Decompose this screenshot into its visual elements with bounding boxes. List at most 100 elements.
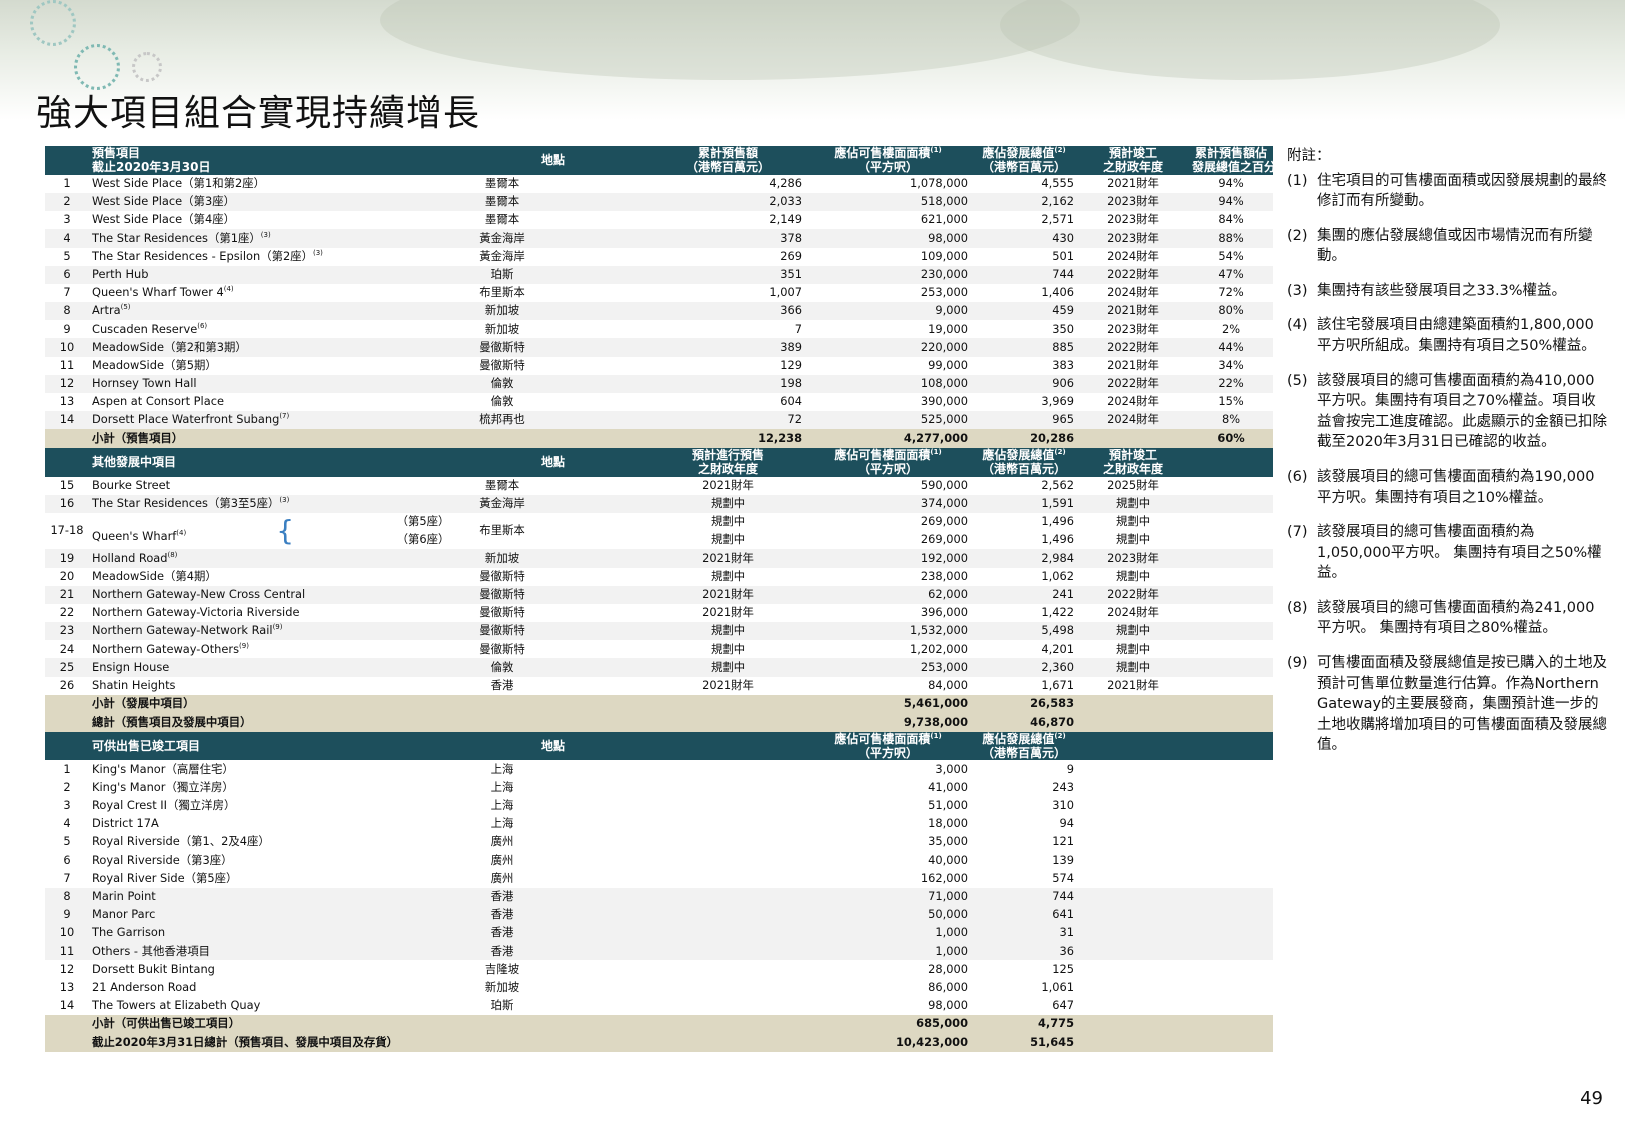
footnote-item: (9) 可售樓面面積及發展總值是按已購入的土地及預計可售單位數量進行估算。作為No… (1287, 654, 1607, 754)
footnote-item: (1) 住宅項目的可售樓面面積或因發展規劃的最終修訂而有所變動。 (1287, 172, 1607, 210)
location-cell: 曼徹斯特 (479, 641, 525, 656)
column-header: 應佔發展總值(2) （港幣百萬元） (971, 731, 1078, 761)
completion-cell: 2021財年 (1107, 357, 1159, 372)
project-name: Manor Parc (89, 905, 391, 925)
project-name-cell: The Star Residences（第1座）(3) (89, 229, 456, 248)
location-cell: 墨爾本 (484, 212, 520, 227)
gdv-cell: 1,671 (1041, 677, 1075, 692)
gdv-cell: 3,969 (1041, 394, 1075, 409)
row-number: 4 (45, 229, 89, 248)
gdv-cell: 1,062 (1041, 568, 1075, 583)
row-number: 8 (45, 887, 89, 906)
completion-cell: 2024財年 (1107, 605, 1159, 620)
presale-year-cell: 2021財年 (651, 585, 806, 604)
row-number: 21 (45, 585, 89, 604)
presale-cell: 604 (780, 394, 803, 409)
table-row: 2 West Side Place（第3座） 墨爾本 2,033 518,000… (45, 192, 1274, 212)
row-number: 12 (45, 374, 89, 394)
footnote-item: (8) 該發展項目的總可售樓面面積約為241,000平方呎。 集團持有項目之80%… (1287, 599, 1595, 637)
completion-cell: 2024財年 (1107, 248, 1159, 263)
table-cell: 46,870 (971, 713, 1078, 732)
row-number: 14 (59, 998, 75, 1013)
row-number: 24 (59, 641, 75, 656)
row-number: 20 (59, 568, 75, 583)
completed-header-row: 可供出售已竣工項目 地點 應佔可售樓面面積(1) （平方呎） 應佔發展總值(2) （… (45, 731, 1274, 761)
project-name-cell: MeadowSide（第5期） (89, 357, 455, 375)
gfa-cell: 1,078,000 (910, 176, 969, 191)
table-cell: 1,496 (1041, 514, 1075, 529)
project-name-cell: Northern Gateway-Network Rail(9) (89, 622, 456, 641)
location-cell: 倫敦 (490, 394, 514, 409)
location-cell: 珀斯 (490, 998, 514, 1013)
location-cell: 梳邦再也 (455, 411, 550, 430)
table-row: 13 21 Anderson Road 新加坡 86,000 1,061 (45, 979, 1273, 997)
total-row: 總計（預售項目及發展中項目） 9,738,000 46,870 (45, 713, 1274, 732)
table-row: 15 Bourke Street 墨爾本 2021財年 590,000 2,56… (45, 477, 1273, 495)
presale-year-cell: 2021財年 (702, 605, 754, 620)
footnote-item: (4) 該住宅發展項目由總建築面積約1,800,000平方呎所組成。集團持有項目之… (1287, 317, 1596, 355)
footnote-ref: (6) (197, 321, 208, 330)
percent-cell: 34% (1218, 357, 1244, 372)
completion-cell: 2023財年 (1107, 321, 1159, 336)
presale-year-cell: 2021財年 (702, 477, 754, 492)
location-cell: 黃金海岸 (479, 248, 525, 263)
table-cell: 20,286 (971, 429, 1078, 448)
percent-cell: 88% (1189, 229, 1274, 248)
row-number: 12 (59, 961, 75, 976)
location-cell: 香港 (455, 887, 550, 906)
presale-cell: 389 (651, 338, 806, 357)
row-number: 3 (63, 798, 71, 813)
gdv-cell: 383 (1052, 357, 1075, 372)
project-name: The Towers at Elizabeth Quay (92, 998, 261, 1013)
location-cell: 倫敦 (455, 374, 550, 394)
column-header: 累計預售額佔發展總值之百分比 (1189, 146, 1274, 175)
row-number: 6 (63, 852, 71, 867)
column-header: 應佔可售樓面面積(1) （平方呎） (805, 447, 972, 477)
location-cell: 布里斯本 (479, 285, 525, 300)
gfa-cell: 18,000 (928, 816, 969, 831)
gfa-cell: 253,000 (805, 658, 972, 677)
gfa-cell: 40,000 (928, 852, 969, 867)
subtotal-label: 小計（預售項目） (89, 429, 391, 448)
gfa-cell: 98,000 (805, 229, 972, 248)
project-name: Queen's Wharf Tower 4 (92, 285, 224, 300)
column-header: 預計竣工 之財政年度 (1077, 447, 1190, 477)
completion-cell: 規劃中 (1077, 622, 1190, 641)
completion-cell: 2024財年 (1107, 285, 1159, 300)
gfa-cell: 238,000 (920, 568, 969, 583)
project-name: King's Manor（高層住宅） (92, 761, 234, 776)
project-name: Others - 其他香港項目 (89, 942, 391, 961)
gfa-cell: 99,000 (928, 357, 969, 372)
project-name-cell: Queen's Wharf Tower 4(4) (89, 284, 455, 302)
project-name-cell: Ensign House (89, 658, 456, 677)
footnote-ref: (7) (279, 412, 290, 421)
gdv-cell: 1,422 (1041, 605, 1075, 620)
location-cell: 新加坡 (455, 549, 550, 568)
gdv-cell: 350 (1052, 321, 1075, 336)
percent-cell: 22% (1189, 374, 1274, 394)
project-name-cell: West Side Place（第1和第2座） (89, 175, 455, 193)
gdv-cell: 965 (971, 411, 1078, 430)
location-cell: 曼徹斯特 (455, 622, 550, 641)
footnote-ref: (4) (223, 285, 234, 294)
table-row: 25 Ensign House 倫敦 規劃中 253,000 2,360 規劃中 (45, 658, 1274, 677)
gdv-cell: 4,555 (1041, 176, 1075, 191)
subtotal-row: 小計（預售項目） 12,238 4,277,000 20,286 60% (45, 429, 1274, 448)
project-name: Royal Riverside（第3座） (92, 852, 233, 867)
project-name: Northern Gateway-Network Rail (92, 623, 273, 638)
row-number: 13 (59, 979, 75, 994)
project-name: MeadowSide（第2和第3期） (92, 339, 247, 354)
row-number: 26 (59, 677, 75, 692)
project-name-cell: The Star Residences - Epsilon（第2座）(3) (89, 248, 455, 266)
percent-cell: 84% (1218, 212, 1244, 227)
table-row: 21 Northern Gateway-New Cross Central 曼徹… (45, 585, 1274, 604)
table-row: 17-18 Queen's Wharf(4){ （第5座） 布里斯本 規劃中 26… (45, 513, 1273, 547)
project-name: King's Manor（獨立洋房） (92, 779, 234, 794)
location-cell: 上海 (490, 761, 514, 776)
location-cell: 香港 (490, 677, 514, 692)
project-name: The Garrison (89, 924, 391, 943)
table-row: 9 Manor Parc 香港 50,000 641 (45, 905, 1274, 925)
completion-cell: 2022財年 (1077, 374, 1190, 394)
gfa-cell: 1,000 (805, 942, 972, 961)
row-number: 19 (45, 549, 89, 568)
